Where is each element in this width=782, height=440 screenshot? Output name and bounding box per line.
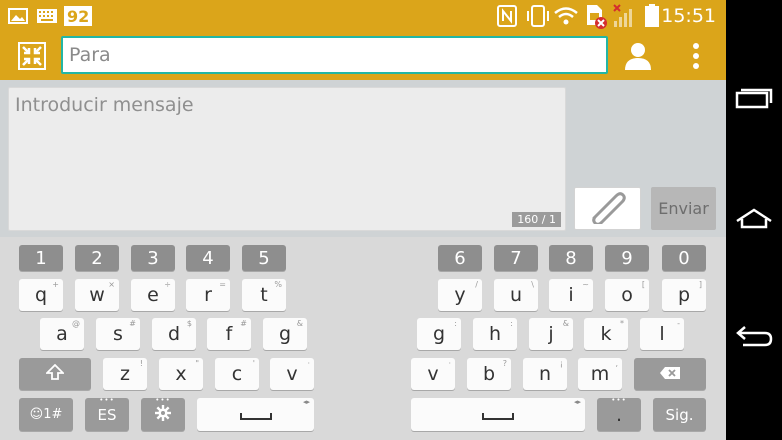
- key-7[interactable]: 7: [494, 245, 538, 271]
- space-key-left[interactable]: ◂▸: [197, 398, 314, 431]
- battery-level-badge: 92: [64, 6, 93, 26]
- backspace-key[interactable]: [634, 358, 706, 390]
- key-v-right[interactable]: v ·: [411, 358, 455, 390]
- space-key-right[interactable]: ◂▸: [411, 398, 585, 431]
- messaging-screen: 92 15:51 Para Introducir mensaje 160 / 1…: [0, 0, 726, 440]
- home-button[interactable]: [726, 190, 782, 250]
- key-q[interactable]: q +: [19, 279, 63, 311]
- symbols-key[interactable]: ☺1#: [19, 398, 73, 431]
- key-h[interactable]: h:: [473, 318, 517, 350]
- key-x[interactable]: x ": [159, 358, 203, 390]
- key-v-left[interactable]: v ·: [270, 358, 314, 390]
- nfc-icon: [497, 0, 517, 32]
- swipe-arrows-icon: ◂▸: [302, 398, 310, 406]
- key-j[interactable]: j &: [529, 318, 573, 350]
- message-input[interactable]: [9, 88, 565, 230]
- settings-key[interactable]: [141, 398, 185, 431]
- paperclip-icon: [588, 190, 628, 228]
- clock: 15:51: [661, 5, 716, 27]
- swipe-arrows-icon: ◂▸: [573, 398, 581, 406]
- message-box: 160 / 1: [8, 87, 566, 231]
- vibrate-icon: [526, 0, 550, 32]
- attach-button[interactable]: [574, 187, 641, 230]
- key-g-right[interactable]: g:: [417, 318, 461, 350]
- battery-icon: [644, 0, 660, 32]
- key-9[interactable]: 9: [605, 245, 649, 271]
- key-m[interactable]: m,: [578, 358, 622, 390]
- key-t[interactable]: t%: [242, 279, 286, 311]
- key-r[interactable]: r =: [186, 279, 230, 311]
- sim-error-icon: [584, 0, 608, 32]
- shift-key[interactable]: [19, 358, 91, 390]
- shift-icon: [44, 363, 66, 385]
- key-8[interactable]: 8: [549, 245, 593, 271]
- key-l[interactable]: l-: [640, 318, 684, 350]
- navigation-bar: [726, 0, 782, 440]
- key-n[interactable]: n ¡: [523, 358, 567, 390]
- key-a[interactable]: a @: [40, 318, 84, 350]
- key-b[interactable]: b?: [467, 358, 511, 390]
- key-i[interactable]: i ~: [549, 279, 593, 311]
- key-w[interactable]: w ×: [75, 279, 119, 311]
- key-z[interactable]: z!: [103, 358, 147, 390]
- key-c[interactable]: c ': [215, 358, 259, 390]
- key-p[interactable]: p]: [662, 279, 706, 311]
- home-icon: [734, 207, 774, 233]
- send-button[interactable]: Enviar: [651, 187, 716, 230]
- key-d[interactable]: d $: [152, 318, 196, 350]
- wifi-icon: [553, 0, 579, 32]
- key-e[interactable]: e ÷: [131, 279, 175, 311]
- key-y[interactable]: y /: [438, 279, 482, 311]
- key-2[interactable]: 2: [75, 245, 119, 271]
- recent-apps-button[interactable]: [726, 70, 782, 130]
- action-bar: [0, 32, 726, 80]
- key-0[interactable]: 0: [662, 245, 706, 271]
- back-button[interactable]: [726, 308, 782, 368]
- recent-apps-icon: [735, 87, 773, 113]
- recipient-input[interactable]: [61, 36, 608, 74]
- key-5[interactable]: 5: [242, 245, 286, 271]
- backspace-icon: [659, 363, 681, 385]
- back-icon: [735, 324, 773, 352]
- collapse-icon[interactable]: [18, 42, 46, 70]
- key-s[interactable]: s #: [96, 318, 140, 350]
- key-f[interactable]: f #: [207, 318, 251, 350]
- signal-icon: [612, 0, 638, 32]
- key-u[interactable]: u \: [494, 279, 538, 311]
- image-icon: [8, 0, 28, 32]
- keyboard: 1 2 3 4 5 6 7 8 9 0 q + w × e ÷ r = t% y / u \…: [0, 237, 726, 440]
- space-icon: [482, 404, 514, 426]
- status-bar: 92 15:51: [0, 0, 726, 32]
- language-key[interactable]: ES: [85, 398, 129, 431]
- keyboard-icon: [37, 0, 57, 32]
- key-o[interactable]: o[: [605, 279, 649, 311]
- overflow-menu-icon[interactable]: [686, 40, 706, 72]
- key-6[interactable]: 6: [438, 245, 482, 271]
- gear-icon: [155, 404, 171, 426]
- space-icon: [239, 404, 272, 426]
- key-1[interactable]: 1: [19, 245, 63, 271]
- char-counter: 160 / 1: [512, 212, 561, 227]
- key-3[interactable]: 3: [131, 245, 175, 271]
- key-k[interactable]: k *: [584, 318, 628, 350]
- next-key[interactable]: Sig.: [653, 398, 706, 431]
- key-g-left[interactable]: g &: [263, 318, 307, 350]
- key-4[interactable]: 4: [186, 245, 230, 271]
- period-key[interactable]: .: [597, 398, 641, 431]
- person-icon[interactable]: [622, 40, 654, 72]
